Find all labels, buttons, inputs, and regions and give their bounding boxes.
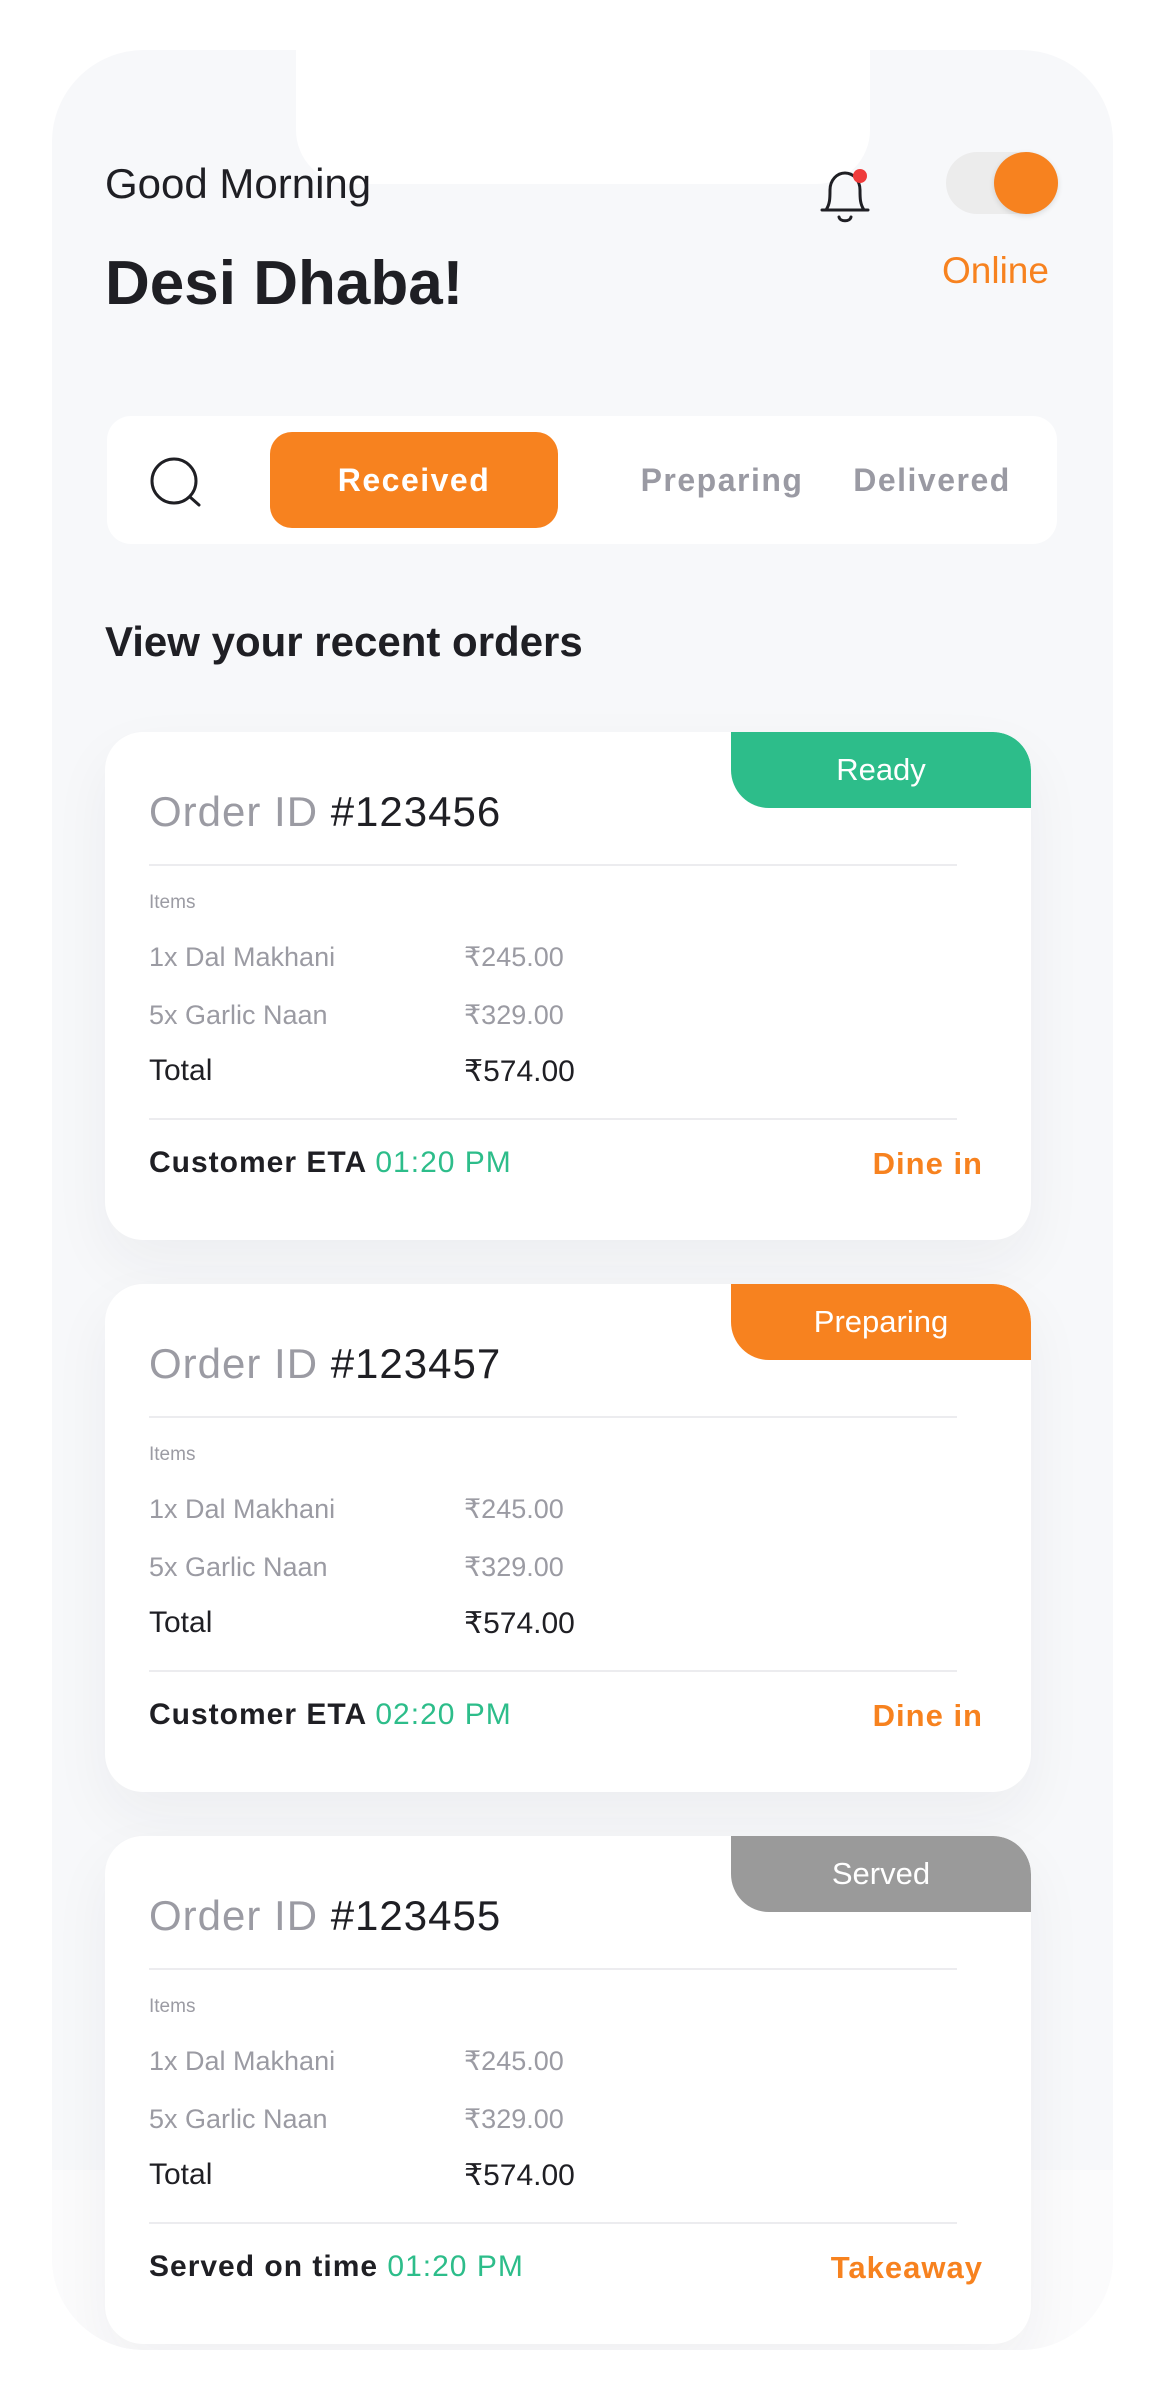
item-name: 1x Dal Makhani (149, 942, 336, 972)
service-type: Takeaway (830, 2250, 983, 2285)
status-badge: Preparing (731, 1284, 1031, 1360)
tab-delivered[interactable]: Delivered (842, 432, 1022, 528)
item-price: ₹329.00 (464, 2104, 564, 2134)
total-price: ₹574.00 (464, 2159, 575, 2192)
toggle-knob[interactable] (994, 152, 1058, 214)
divider (149, 1416, 957, 1418)
total-row: Total ₹574.00 (149, 1054, 649, 1088)
online-toggle[interactable] (946, 152, 1058, 214)
order-item-row: 5x Garlic Naan ₹329.00 (149, 1000, 649, 1031)
order-card[interactable]: Preparing Order ID #123457 Items 1x Dal … (105, 1284, 1031, 1792)
order-card[interactable]: Ready Order ID #123456 Items 1x Dal Makh… (105, 732, 1031, 1240)
divider (149, 1968, 957, 1970)
device-notch (296, 50, 870, 184)
greeting-text: Good Morning (105, 160, 372, 207)
tab-preparing[interactable]: Preparing (632, 432, 812, 528)
order-item-row: 1x Dal Makhani ₹245.00 (149, 2046, 649, 2077)
customer-eta: Customer ETA 01:20 PM (149, 1146, 512, 1180)
total-price: ₹574.00 (464, 1055, 575, 1088)
total-price: ₹574.00 (464, 1607, 575, 1640)
recent-orders-heading: View your recent orders (105, 618, 583, 665)
served-time: 01:20 PM (387, 2250, 524, 2283)
notification-bell-icon[interactable] (812, 162, 878, 234)
divider (149, 1118, 957, 1120)
service-type: Dine in (872, 1146, 983, 1181)
order-item-row: 1x Dal Makhani ₹245.00 (149, 1494, 649, 1525)
item-name: 1x Dal Makhani (149, 2046, 336, 2076)
order-id: Order ID #123456 (149, 788, 501, 836)
order-id-value: #123457 (330, 1340, 502, 1387)
divider (149, 1670, 957, 1672)
order-tab-bar: Received Preparing Delivered (107, 416, 1057, 544)
phone-screen: Good Morning Desi Dhaba! Online Received… (52, 50, 1113, 2350)
order-id-label: Order ID (149, 1340, 319, 1387)
item-price: ₹245.00 (464, 942, 564, 972)
total-row: Total ₹574.00 (149, 2158, 649, 2192)
served-label: Served on time (149, 2250, 379, 2283)
eta-time: 01:20 PM (375, 1146, 512, 1179)
total-label: Total (149, 1054, 213, 1087)
status-badge: Ready (731, 732, 1031, 808)
item-price: ₹245.00 (464, 1494, 564, 1524)
restaurant-name: Desi Dhaba! (105, 249, 464, 318)
tab-received[interactable]: Received (270, 432, 558, 528)
item-price: ₹245.00 (464, 2046, 564, 2076)
total-label: Total (149, 1606, 213, 1639)
item-price: ₹329.00 (464, 1552, 564, 1582)
eta-label: Customer ETA (149, 1146, 367, 1179)
item-name: 5x Garlic Naan (149, 2104, 328, 2134)
item-name: 5x Garlic Naan (149, 1552, 328, 1582)
eta-time: 02:20 PM (375, 1698, 512, 1731)
order-id-label: Order ID (149, 788, 319, 835)
order-item-row: 5x Garlic Naan ₹329.00 (149, 2104, 649, 2135)
status-badge: Served (731, 1836, 1031, 1912)
order-id: Order ID #123457 (149, 1340, 501, 1388)
item-name: 1x Dal Makhani (149, 1494, 336, 1524)
order-id-label: Order ID (149, 1892, 319, 1939)
total-row: Total ₹574.00 (149, 1606, 649, 1640)
online-status-label: Online (942, 250, 1049, 291)
items-label: Items (149, 892, 196, 913)
total-label: Total (149, 2158, 213, 2191)
order-item-row: 1x Dal Makhani ₹245.00 (149, 942, 649, 973)
service-type: Dine in (872, 1698, 983, 1733)
customer-eta: Customer ETA 02:20 PM (149, 1698, 512, 1732)
order-item-row: 5x Garlic Naan ₹329.00 (149, 1552, 649, 1583)
items-label: Items (149, 1444, 196, 1465)
items-label: Items (149, 1996, 196, 2017)
divider (149, 864, 957, 866)
eta-label: Customer ETA (149, 1698, 367, 1731)
served-on-time: Served on time 01:20 PM (149, 2250, 524, 2284)
order-card[interactable]: Served Order ID #123455 Items 1x Dal Mak… (105, 1836, 1031, 2344)
order-id-value: #123455 (330, 1892, 502, 1939)
order-id: Order ID #123455 (149, 1892, 501, 1940)
notification-dot-icon (853, 169, 867, 183)
item-name: 5x Garlic Naan (149, 1000, 328, 1030)
order-id-value: #123456 (330, 788, 502, 835)
item-price: ₹329.00 (464, 1000, 564, 1030)
divider (149, 2222, 957, 2224)
search-icon[interactable] (145, 454, 207, 510)
